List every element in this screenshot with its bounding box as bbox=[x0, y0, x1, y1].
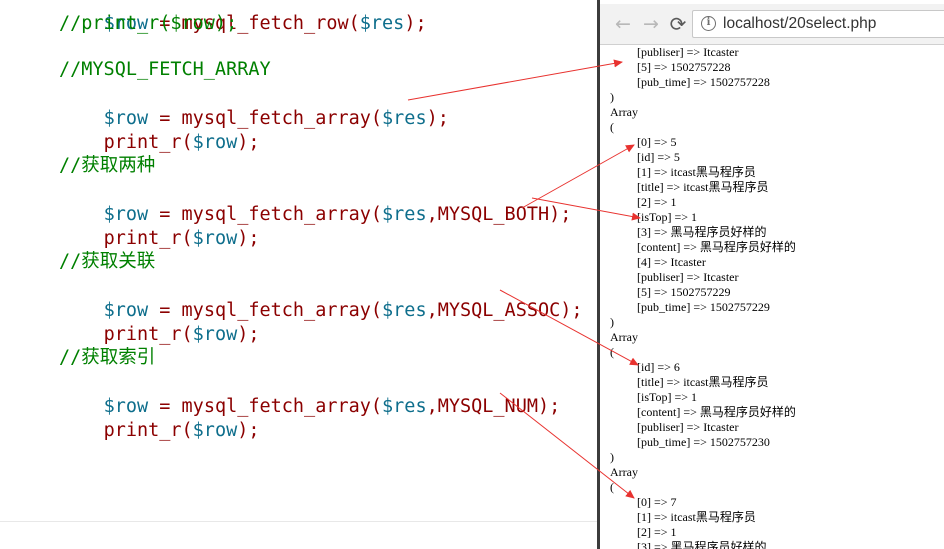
output-line: [5] => 1502757228 bbox=[637, 60, 731, 74]
code-var: $res bbox=[359, 13, 405, 34]
code-line: $row = mysql_fetch_array($res); bbox=[59, 83, 449, 129]
code-var: $res bbox=[382, 204, 427, 225]
code-var: $row bbox=[192, 132, 238, 153]
code-comment: //获取关联 bbox=[59, 251, 156, 272]
code-text: ); bbox=[237, 324, 260, 345]
output-line: [isTop] => 1 bbox=[637, 210, 698, 224]
forward-arrow-icon[interactable]: → bbox=[640, 13, 662, 35]
code-line: $row = mysql_fetch_array($res,MYSQL_NUM)… bbox=[59, 371, 561, 417]
code-comment: //获取索引 bbox=[59, 347, 156, 368]
output-line: ) bbox=[610, 450, 614, 464]
code-line: print_r($row); bbox=[59, 203, 260, 249]
output-line: [pub_time] => 1502757230 bbox=[637, 435, 770, 449]
code-var: $row bbox=[192, 324, 238, 345]
output-line: [content] => 黑马程序员好样的 bbox=[637, 405, 796, 419]
output-line: [4] => Itcaster bbox=[637, 255, 706, 269]
code-line: $row = mysql_fetch_row($res); bbox=[59, 0, 427, 34]
url-text[interactable]: localhost/20select.php bbox=[723, 15, 876, 33]
output-line: Array bbox=[610, 330, 638, 344]
output-line: [3] => 黑马程序员好样的 bbox=[637, 540, 767, 549]
output-line: ( bbox=[610, 120, 614, 134]
output-line: [pub_time] => 1502757228 bbox=[637, 75, 770, 89]
code-text: ,MYSQL_NUM); bbox=[426, 396, 561, 417]
output-line: [0] => 5 bbox=[637, 135, 677, 149]
output-line: [publiser] => Itcaster bbox=[637, 45, 739, 59]
code-var: $res bbox=[382, 108, 427, 129]
browser-window: ← → ⟳ i localhost/20select.php [publiser… bbox=[597, 0, 944, 549]
output-line: Array bbox=[610, 465, 638, 479]
reload-icon[interactable]: ⟳ bbox=[667, 13, 689, 35]
code-text: ); bbox=[237, 420, 260, 441]
output-line: Array bbox=[610, 105, 638, 119]
code-text: print_r( bbox=[103, 420, 193, 441]
output-line: [title] => itcast黑马程序员 bbox=[637, 375, 769, 389]
code-text: ); bbox=[237, 228, 260, 249]
browser-toolbar: ← → ⟳ i localhost/20select.php bbox=[600, 4, 944, 45]
code-text: print_r( bbox=[103, 132, 193, 153]
code-text: ); bbox=[237, 132, 260, 153]
output-line: [content] => 黑马程序员好样的 bbox=[637, 240, 796, 254]
code-var: $res bbox=[382, 396, 427, 417]
code-var: $res bbox=[382, 300, 427, 321]
code-var: $row bbox=[192, 420, 238, 441]
code-comment: //print_r($row); bbox=[59, 13, 238, 34]
code-text: ); bbox=[404, 13, 427, 34]
code-editor[interactable]: $row = mysql_fetch_row($res); //print_r(… bbox=[0, 0, 597, 549]
output-line: [pub_time] => 1502757229 bbox=[637, 300, 770, 314]
output-line: ) bbox=[610, 315, 614, 329]
output-line: ( bbox=[610, 345, 614, 359]
code-text: print_r( bbox=[103, 324, 193, 345]
code-text: ,MYSQL_ASSOC); bbox=[426, 300, 583, 321]
output-line: [5] => 1502757229 bbox=[637, 285, 731, 299]
code-comment: //MYSQL_FETCH_ARRAY bbox=[59, 59, 271, 80]
output-line: [1] => itcast黑马程序员 bbox=[637, 165, 756, 179]
code-comment: //获取两种 bbox=[59, 155, 156, 176]
output-line: [publiser] => Itcaster bbox=[637, 270, 739, 284]
code-text: ); bbox=[426, 108, 449, 129]
output-line: [id] => 6 bbox=[637, 360, 680, 374]
editor-divider bbox=[0, 521, 597, 522]
code-text: print_r( bbox=[103, 228, 193, 249]
code-line: print_r($row); bbox=[59, 299, 260, 345]
info-icon[interactable]: i bbox=[701, 16, 716, 31]
address-bar[interactable]: i localhost/20select.php bbox=[692, 10, 944, 38]
code-var: $row bbox=[192, 228, 238, 249]
code-line: $row = mysql_fetch_array($res,MYSQL_BOTH… bbox=[59, 179, 572, 225]
output-line: ) bbox=[610, 90, 614, 104]
output-line: [1] => itcast黑马程序员 bbox=[637, 510, 756, 524]
code-line: print_r($row); bbox=[59, 107, 260, 153]
code-line: $row = mysql_fetch_array($res,MYSQL_ASSO… bbox=[59, 275, 583, 321]
output-line: [2] => 1 bbox=[637, 525, 677, 539]
output-line: ( bbox=[610, 480, 614, 494]
output-line: [3] => 黑马程序员好样的 bbox=[637, 225, 767, 239]
code-text: ,MYSQL_BOTH); bbox=[426, 204, 572, 225]
output-line: [title] => itcast黑马程序员 bbox=[637, 180, 769, 194]
code-line: print_r($row); bbox=[59, 395, 260, 441]
output-line: [id] => 5 bbox=[637, 150, 680, 164]
back-arrow-icon[interactable]: ← bbox=[612, 13, 634, 35]
output-line: [isTop] => 1 bbox=[637, 390, 698, 404]
page-output: [publiser] => Itcaster [5] => 1502757228… bbox=[600, 45, 944, 549]
output-line: [publiser] => Itcaster bbox=[637, 420, 739, 434]
output-line: [2] => 1 bbox=[637, 195, 677, 209]
output-line: [0] => 7 bbox=[637, 495, 677, 509]
